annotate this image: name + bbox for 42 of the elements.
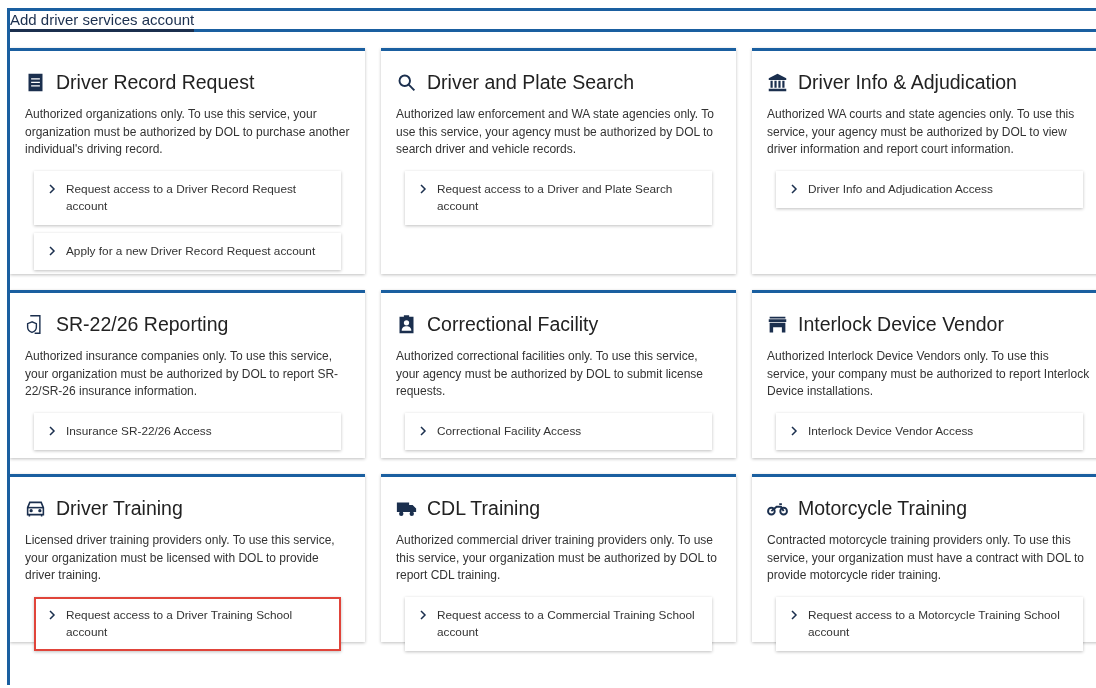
account-link[interactable]: Request access to a Motorcycle Training School account [776,596,1083,651]
card-title: Driver Info & Adjudication [798,71,1017,94]
storefront-icon [767,314,788,335]
account-link[interactable]: Driver Info and Adjudication Access [776,170,1083,208]
account-link[interactable]: Apply for a new Driver Record Request account [34,232,341,270]
card-description: Licensed driver training providers only. To use this service, your organization must be licensed with DOL to provide driver training. [25,532,336,584]
chevron-icon [419,425,427,436]
account-link[interactable]: Correctional Facility Access [405,412,712,450]
search-icon [396,72,417,93]
chevron-icon [419,183,427,194]
card-description: Authorized organizations only. To use this service, your organization must be authorized by DOL to purchase another individual's driving record. [25,106,350,158]
card-title: CDL Training [427,497,541,520]
page-heading: Add driver services account [10,11,195,32]
account-link[interactable]: Request access to a Commercial Training School account [405,596,712,651]
chevron-icon [48,183,56,194]
card-title: Correctional Facility [427,313,599,336]
card-description: Authorized insurance companies only. To use this service, your organization must be authorized by DOL to report SR-22/SR-26 insurance information. [25,348,340,400]
card-title: SR-22/26 Reporting [56,313,229,336]
chevron-icon [790,183,798,194]
account-link[interactable]: Request access to a Driver Record Request account [34,170,341,225]
card-description: Authorized WA courts and state agencies only. To use this service, your agency must be authorized by DOL to view driver information and report court information. [767,106,1076,158]
chevron-icon [48,609,56,620]
chevron-icon [790,609,798,620]
card-title: Interlock Device Vendor [798,313,1004,336]
account-link[interactable]: Interlock Device Vendor Access [776,412,1083,450]
account-link[interactable]: Request access to a Driver and Plate Search account [405,170,712,225]
card-description: Contracted motorcycle training providers only. To use this service, your organization must have a contract with DOL to provide motorcycle rider training. [767,532,1086,584]
card-description: Authorized law enforcement and WA state agencies only. To use this service, your agency must be authorized by DOL to search driver and vehicle records. [396,106,715,158]
card-description: Authorized commercial driver training providers only. To use this service, your organization must be authorized by DOL to report CDL training. [396,532,719,584]
chevron-icon [48,245,56,256]
bank-building-icon [767,72,788,93]
account-link[interactable]: Insurance SR-22/26 Access [34,412,341,450]
card-title: Driver Training [56,497,183,520]
card-description: Authorized Interlock Device Vendors only. To use this service, your company must be authorized to report Interlock Device installations. [767,348,1091,400]
chevron-icon [48,425,56,436]
card-title: Driver Record Request [56,71,255,94]
card-title: Driver and Plate Search [427,71,635,94]
account-link[interactable]: Request access to a Driver Training School account [34,596,341,651]
chevron-icon [419,609,427,620]
chevron-icon [790,425,798,436]
card-description: Authorized correctional facilities only. To use this service, your agency must be authorized by DOL to submit license requests. [396,348,705,400]
card-title: Motorcycle Training [798,497,968,520]
